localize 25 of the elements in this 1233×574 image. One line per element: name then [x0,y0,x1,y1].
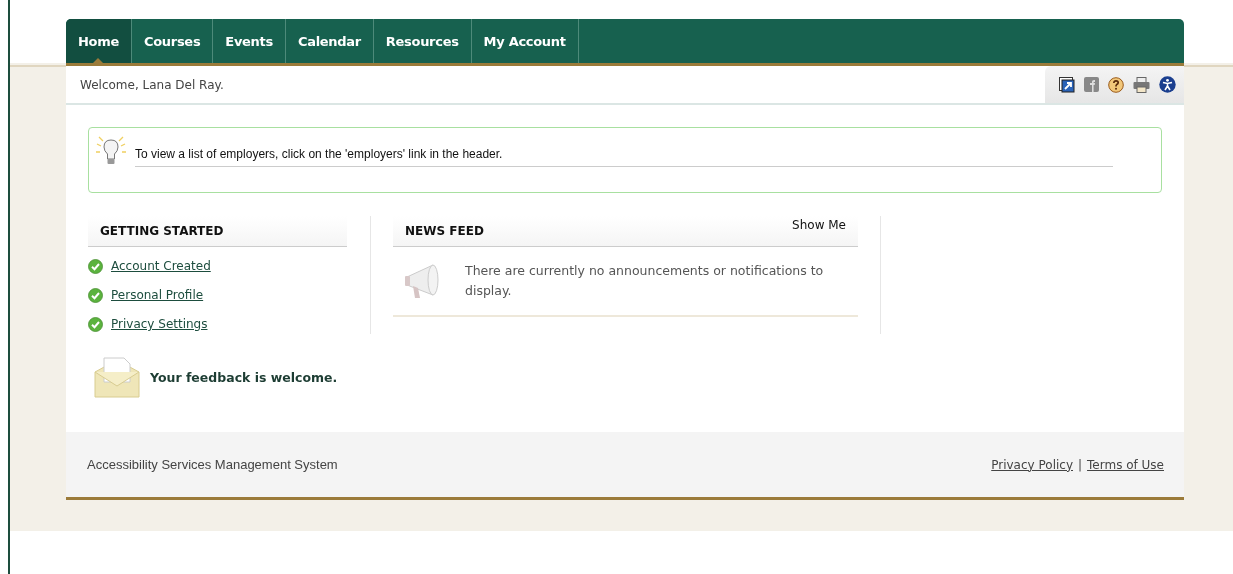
step-link[interactable]: Account Created [111,259,211,273]
nav-tab[interactable]: Home [66,19,132,63]
accessibility-icon[interactable] [1159,76,1176,93]
envelope-icon [94,356,140,398]
show-me-link[interactable]: Show Me [792,218,846,232]
nav-tab[interactable]: My Account [471,19,579,63]
nav-tab[interactable]: Courses [132,19,214,63]
help-icon[interactable] [1108,76,1124,93]
external-link-icon[interactable] [1059,76,1075,93]
tip-text: To view a list of employers, click on the 'employers' link in the header. [135,147,1113,167]
welcome-text: Welcome, Lana Del Ray. [80,77,224,92]
nav-tab[interactable]: Calendar [285,19,374,63]
step-link[interactable]: Personal Profile [111,288,204,302]
nav-tab[interactable]: Resources [373,19,472,63]
footer-text: Accessibility Services Management System [87,457,338,472]
terms-of-use-link[interactable]: Terms of Use [1087,457,1164,472]
printer-icon[interactable] [1133,76,1150,93]
feedback-link[interactable]: Your feedback is welcome. [150,369,338,385]
step-link[interactable]: Privacy Settings [111,317,208,331]
lightbulb-icon [95,136,127,166]
link-separator: | [1078,457,1083,472]
facebook-icon[interactable] [1084,77,1099,92]
privacy-policy-link[interactable]: Privacy Policy [991,457,1073,472]
news-feed-message: There are currently no announcements or notifications to display. [465,262,825,300]
nav-tab[interactable]: Events [213,19,286,63]
